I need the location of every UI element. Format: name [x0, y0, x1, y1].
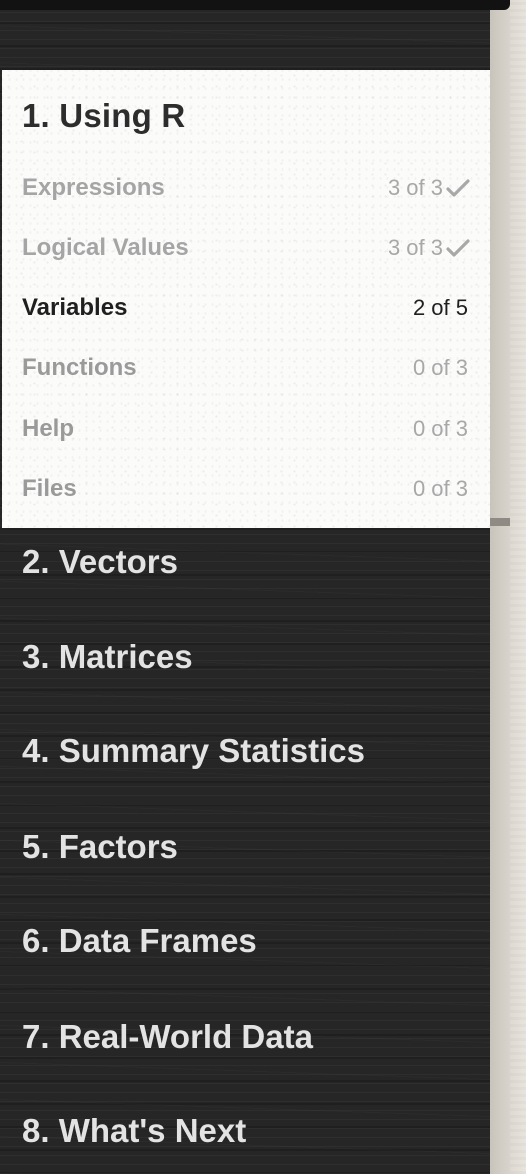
- lesson-expressions[interactable]: Expressions 3 of 3: [2, 160, 490, 220]
- lesson-progress: 3 of 3: [388, 175, 470, 201]
- lesson-progress: 0 of 3: [412, 476, 468, 501]
- chapter-data-frames[interactable]: 6. Data Frames: [22, 922, 257, 960]
- check-icon: [446, 178, 470, 198]
- lesson-progress: 0 of 3: [412, 355, 468, 380]
- lesson-variables[interactable]: Variables 2 of 5: [2, 280, 490, 340]
- scrollbar-track[interactable]: [490, 10, 510, 1174]
- check-icon: [446, 238, 470, 258]
- lesson-progress-text: 3 of 3: [387, 235, 443, 260]
- lesson-label: Variables: [22, 294, 128, 321]
- lesson-progress: 2 of 5: [412, 295, 468, 320]
- lesson-label: Functions: [22, 354, 137, 381]
- top-bar: [0, 0, 510, 10]
- chapter-whats-next[interactable]: 8. What's Next: [22, 1112, 246, 1150]
- lesson-label: Expressions: [22, 174, 165, 201]
- chapter-using-r: 1. Using R Expressions 3 of 3 Logical Va…: [2, 70, 490, 528]
- lesson-label: Help: [22, 415, 75, 442]
- lesson-label: Logical Values: [22, 234, 189, 261]
- chapter-real-world-data[interactable]: 7. Real-World Data: [22, 1018, 313, 1056]
- lesson-progress: 3 of 3: [388, 235, 470, 261]
- lesson-progress-text: 3 of 3: [387, 175, 443, 200]
- lesson-functions[interactable]: Functions 0 of 3: [2, 340, 490, 400]
- lesson-files[interactable]: Files 0 of 3: [2, 461, 490, 521]
- lesson-help[interactable]: Help 0 of 3: [2, 401, 490, 461]
- course-sidebar: 1. Using R Expressions 3 of 3 Logical Va…: [0, 10, 490, 1174]
- chapter-vectors[interactable]: 2. Vectors: [22, 543, 178, 581]
- chapter-matrices[interactable]: 3. Matrices: [22, 638, 193, 676]
- scrollbar-thumb[interactable]: [490, 518, 510, 526]
- lesson-logical-values[interactable]: Logical Values 3 of 3: [2, 220, 490, 280]
- chapter-factors[interactable]: 5. Factors: [22, 828, 178, 866]
- lesson-label: Files: [22, 475, 77, 502]
- lesson-progress: 0 of 3: [412, 416, 468, 441]
- chapter-title[interactable]: 1. Using R: [22, 97, 185, 135]
- chapter-summary-statistics[interactable]: 4. Summary Statistics: [22, 732, 365, 770]
